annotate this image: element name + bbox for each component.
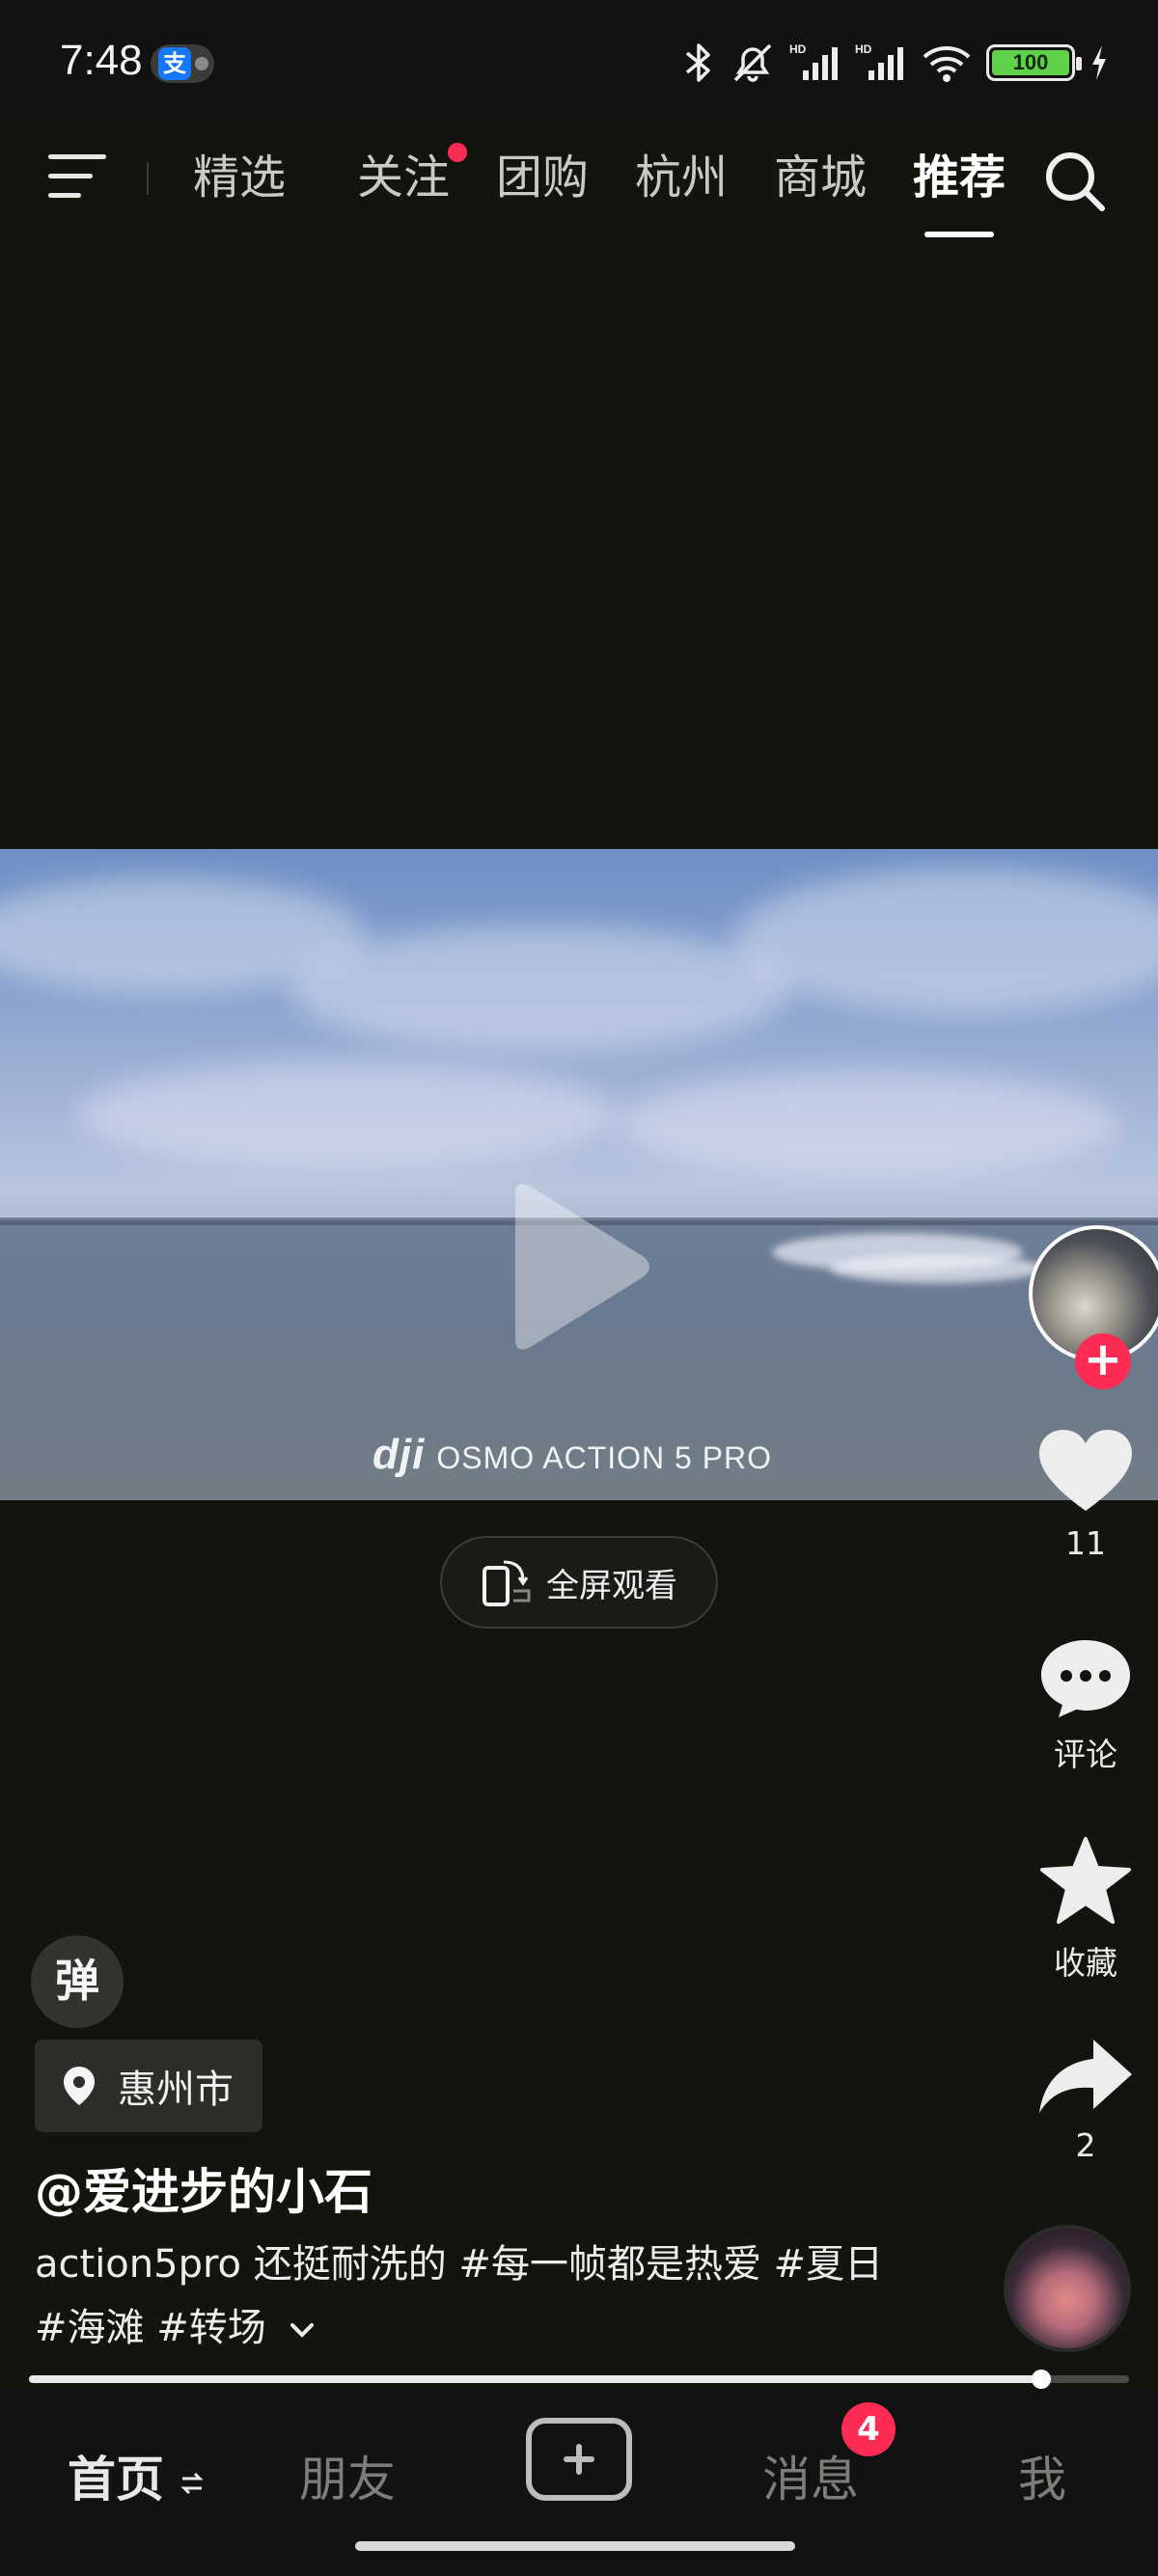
comment-label: 评论 xyxy=(1054,1736,1117,1773)
danmaku-toggle[interactable]: 弹 xyxy=(31,1935,124,2028)
music-disc[interactable] xyxy=(1004,2225,1131,2352)
svg-text:HD: HD xyxy=(855,42,872,56)
tab-following[interactable]: 关注 xyxy=(334,143,473,214)
mute-icon xyxy=(733,43,772,82)
star-icon xyxy=(1040,1837,1131,1924)
top-nav: 精选 关注 团购 杭州 商城 推荐 xyxy=(0,116,1158,241)
fullscreen-label: 全屏观看 xyxy=(546,1566,677,1605)
share-count: 2 xyxy=(1075,2126,1096,2164)
tab-hangzhou[interactable]: 杭州 xyxy=(612,143,751,214)
create-button[interactable] xyxy=(526,2418,632,2501)
status-time: 7:48 xyxy=(60,37,143,84)
location-chip[interactable]: 惠州市 xyxy=(35,2040,262,2132)
share-button[interactable]: 2 xyxy=(1013,2036,1158,2164)
alipay-icon: 支 xyxy=(158,47,191,80)
alipay-dot xyxy=(195,57,208,70)
play-icon[interactable] xyxy=(502,1175,656,1358)
video-player[interactable]: dji OSMO ACTION 5 PRO xyxy=(0,849,1158,1500)
tab-home[interactable]: 首页 xyxy=(68,2441,205,2510)
notification-dot xyxy=(448,143,467,162)
nav-divider xyxy=(147,162,149,195)
svg-text:HD: HD xyxy=(789,42,807,56)
video-description[interactable]: action5pro 还挺耐洗的 #每一帧都是热爱 #夏日 #海滩 #转场 xyxy=(35,2233,903,2360)
rotate-screen-icon xyxy=(482,1560,531,1606)
signal-hd-icon: HD xyxy=(789,42,838,80)
progress-knob[interactable] xyxy=(1031,2370,1051,2389)
bottom-tab-bar: 首页 朋友 消息 4 我 xyxy=(0,2389,1158,2576)
chevron-down-icon[interactable] xyxy=(288,2319,317,2341)
messages-badge: 4 xyxy=(841,2402,896,2456)
heart-icon xyxy=(1039,1430,1132,1511)
description-text: action5pro 还挺耐洗的 #每一帧都是热爱 #夏日 #海滩 #转场 xyxy=(35,2242,884,2350)
location-pin-icon xyxy=(64,2067,95,2105)
author-name[interactable]: @爱进步的小石 xyxy=(35,2153,372,2223)
progress-fill xyxy=(29,2375,1041,2383)
share-icon xyxy=(1039,2040,1132,2113)
tab-recommended[interactable]: 推荐 xyxy=(890,143,1029,237)
like-button[interactable]: 11 xyxy=(1013,1428,1158,1562)
fullscreen-button[interactable]: 全屏观看 xyxy=(440,1536,718,1629)
favorite-button[interactable]: 收藏 xyxy=(1013,1835,1158,1984)
battery-level: 100 xyxy=(992,50,1069,75)
signal-hd-icon: HD xyxy=(855,42,903,80)
tab-friends[interactable]: 朋友 xyxy=(299,2441,396,2510)
nav-tabs: 精选 关注 团购 杭州 商城 推荐 xyxy=(193,143,1029,237)
video-progress-bar[interactable] xyxy=(29,2370,1129,2389)
search-icon[interactable] xyxy=(1038,145,1112,218)
screen: 7:48 支 HD HD 100 精选 关注 团购 杭州 商城 推荐 dji O… xyxy=(0,0,1158,2576)
wifi-icon xyxy=(923,46,971,82)
location-label: 惠州市 xyxy=(118,2068,234,2112)
tab-messages[interactable]: 消息 xyxy=(762,2441,859,2510)
like-count: 11 xyxy=(1065,1524,1106,1562)
alipay-pill: 支 xyxy=(151,44,214,83)
tab-featured[interactable]: 精选 xyxy=(193,143,334,214)
follow-button[interactable]: + xyxy=(1075,1333,1131,1389)
status-bar: 7:48 支 HD HD 100 xyxy=(0,0,1158,116)
menu-icon[interactable] xyxy=(48,152,110,201)
status-icons: HD HD 100 xyxy=(681,39,1110,87)
switch-arrows-icon xyxy=(180,2472,205,2494)
favorite-label: 收藏 xyxy=(1054,1944,1117,1982)
video-watermark: dji OSMO ACTION 5 PRO xyxy=(372,1431,773,1478)
comment-button[interactable]: 评论 xyxy=(1013,1636,1158,1775)
tab-me[interactable]: 我 xyxy=(1018,2441,1066,2510)
tab-group-buy[interactable]: 团购 xyxy=(473,143,612,214)
charging-icon xyxy=(1092,45,1106,80)
comment-icon xyxy=(1041,1640,1130,1717)
home-indicator[interactable] xyxy=(355,2541,795,2551)
tab-mall[interactable]: 商城 xyxy=(751,143,890,214)
bluetooth-icon xyxy=(685,43,710,82)
battery-icon: 100 xyxy=(986,44,1082,81)
